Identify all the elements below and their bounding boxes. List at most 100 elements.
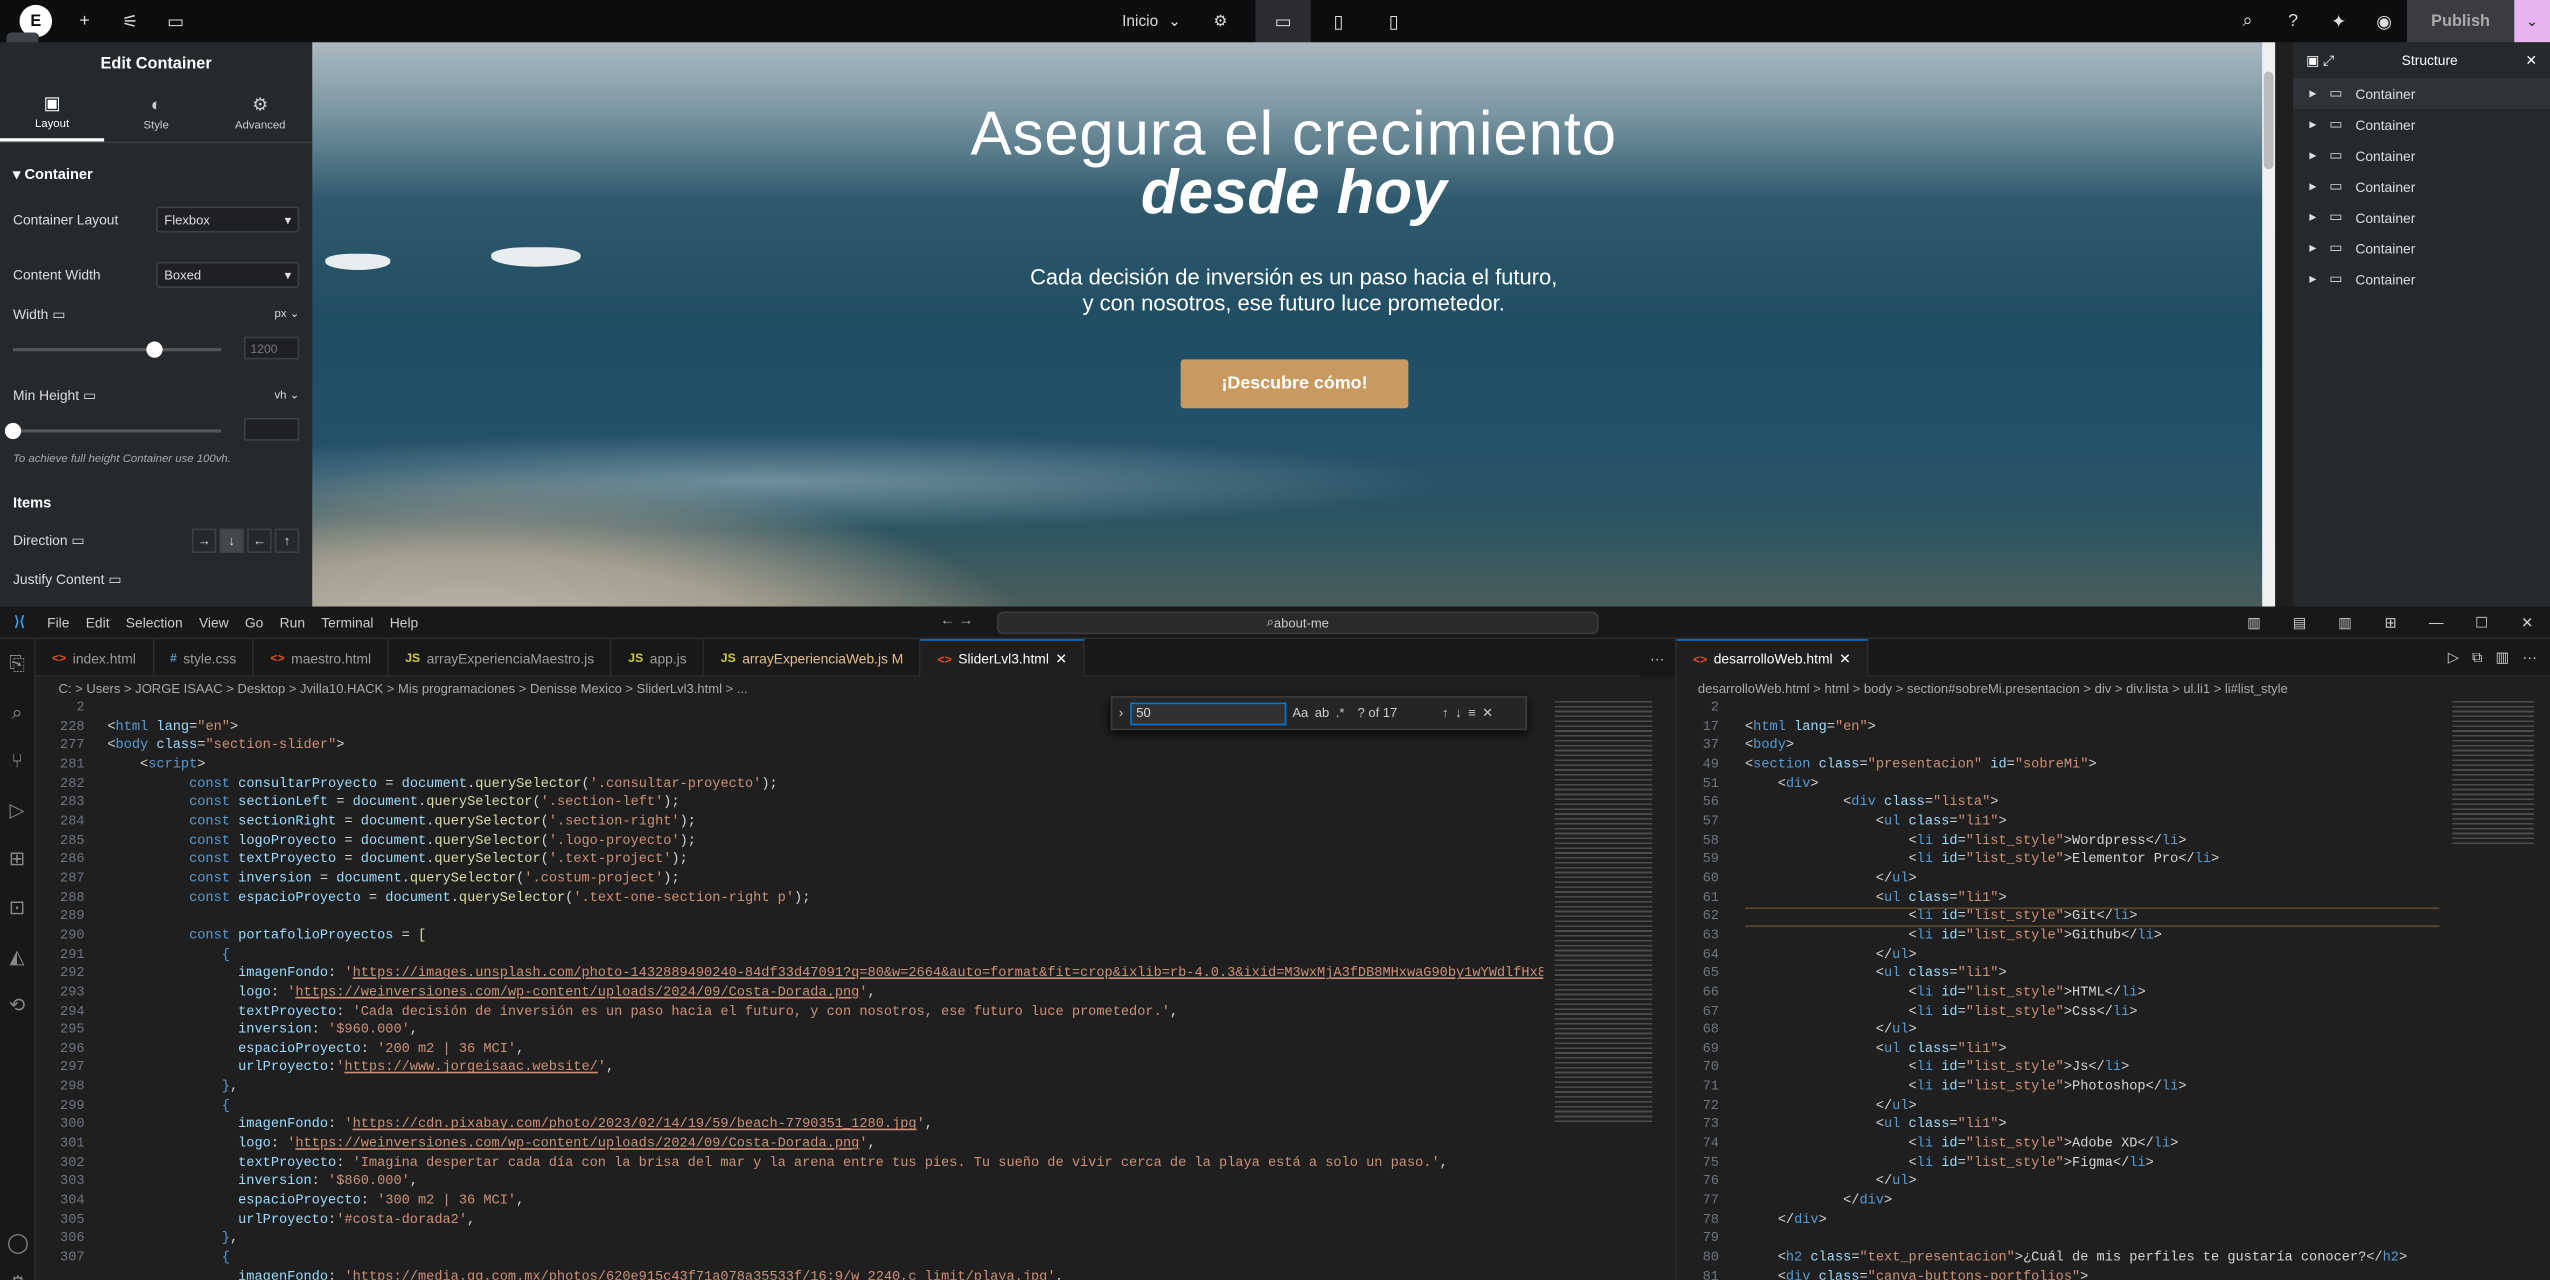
tab-app[interactable]: JS app.js	[612, 639, 705, 677]
publish-options-icon[interactable]: ⌄	[2514, 0, 2550, 43]
tab-index[interactable]: <> index.html	[36, 639, 154, 677]
slider-knob[interactable]	[4, 422, 22, 440]
container-layout-select[interactable]: Flexbox ▾	[156, 206, 300, 233]
notifications-icon[interactable]: ✦	[2316, 0, 2362, 42]
tab-SliderLvl3[interactable]: <> SliderLvl3.html ✕	[921, 639, 1085, 677]
menu-item-help[interactable]: Help	[382, 614, 427, 630]
structure-item[interactable]: ▸ ▭ Container	[2293, 78, 2550, 109]
minimap-left[interactable]	[1554, 700, 1653, 1124]
canvas-scrollbar[interactable]	[2262, 42, 2276, 607]
expand-arrow-icon[interactable]: ▸	[2309, 85, 2316, 103]
expand-arrow-icon[interactable]: ▸	[2309, 208, 2316, 226]
tab-layout[interactable]: ▣ Layout	[0, 85, 105, 142]
menu-item-selection[interactable]: Selection	[118, 614, 191, 630]
more-icon[interactable]: ···	[2522, 649, 2537, 665]
close-tab-icon[interactable]: ✕	[1055, 650, 1067, 668]
row-icon[interactable]: →	[191, 527, 217, 553]
live-share-icon[interactable]: ⟲	[0, 981, 34, 1030]
back-icon[interactable]: ←	[940, 611, 955, 627]
expand-arrow-icon[interactable]: ▸	[2309, 115, 2316, 133]
menu-item-file[interactable]: File	[39, 614, 78, 630]
page-settings-icon[interactable]: ⚙	[1213, 12, 1227, 30]
menu-item-terminal[interactable]: Terminal	[313, 614, 382, 630]
whole-word-icon[interactable]: ab	[1315, 706, 1329, 721]
tab-maestro[interactable]: <> maestro.html	[254, 639, 389, 677]
width-slider[interactable]: 1200	[13, 333, 300, 366]
add-element-icon[interactable]: +	[62, 0, 108, 42]
expand-icon[interactable]: ▣ ⤢	[2306, 51, 2334, 69]
min-height-input[interactable]	[243, 417, 300, 441]
account-icon[interactable]: ◯	[0, 1218, 36, 1267]
split-editor-icon[interactable]: ▥	[2496, 648, 2510, 666]
expand-arrow-icon[interactable]: ▸	[2309, 270, 2316, 288]
structure-item[interactable]: ▸ ▭ Container	[2293, 202, 2550, 233]
structure-item[interactable]: ▸ ▭ Container	[2293, 233, 2550, 264]
expand-arrow-icon[interactable]: ▸	[2309, 177, 2316, 195]
code-editor-right[interactable]: <html lang="en"> <body> <section class="…	[1745, 699, 2444, 1280]
explorer-icon[interactable]: ⎘	[0, 639, 34, 688]
code-editor-left[interactable]: <html lang="en"> <body class="section-sl…	[107, 699, 1543, 1280]
content-width-select[interactable]: Boxed ▾	[156, 261, 300, 288]
menu-item-run[interactable]: Run	[272, 614, 314, 630]
row-reverse-icon[interactable]: ←	[247, 527, 272, 553]
expand-arrow-icon[interactable]: ▸	[2309, 239, 2316, 257]
scroll-thumb[interactable]	[2263, 71, 2274, 170]
tab-style[interactable]: ◐ Style	[104, 85, 208, 142]
minimap-right[interactable]	[2452, 700, 2534, 848]
close-icon[interactable]: ✕	[1482, 706, 1493, 721]
unit-select[interactable]: vh ⌄	[274, 389, 299, 401]
close-icon[interactable]: ✕	[2525, 51, 2537, 69]
customize-layout-icon[interactable]: ⊞	[2368, 607, 2414, 640]
site-settings-icon[interactable]: ⚟	[107, 0, 153, 42]
maximize-icon[interactable]: ☐	[2459, 607, 2505, 640]
minimize-icon[interactable]: —	[2413, 607, 2459, 640]
panel-icon[interactable]: ▤	[2277, 607, 2323, 640]
search-icon[interactable]: ⌕	[2225, 0, 2271, 42]
copilot-icon[interactable]: ◭	[0, 932, 34, 981]
tablet-icon[interactable]: ▯	[1311, 0, 1366, 42]
match-case-icon[interactable]: Aa	[1292, 706, 1308, 721]
structure-item[interactable]: ▸ ▭ Container	[2293, 171, 2550, 202]
preview-icon[interactable]: ◉	[2361, 0, 2407, 42]
breadcrumb-right[interactable]: desarrolloWeb.html > html > body > secti…	[1698, 677, 2544, 700]
close-icon[interactable]: ✕	[2504, 607, 2550, 640]
column-reverse-icon[interactable]: ↑	[274, 527, 300, 553]
run-icon[interactable]: ▷	[2448, 648, 2459, 666]
publish-button[interactable]: Publish	[2406, 0, 2515, 43]
help-icon[interactable]: ?	[2270, 0, 2316, 42]
sidebar-icon[interactable]: ▥	[2322, 607, 2368, 640]
section-container[interactable]: ▾ Container	[0, 143, 312, 193]
close-tab-icon[interactable]: ✕	[1839, 650, 1851, 668]
cta-button[interactable]: ¡Descubre cómo!	[1180, 359, 1409, 409]
command-center[interactable]: ⌕ about-me	[996, 611, 1599, 635]
preview-canvas[interactable]: Asegura el crecimiento desde hoy Cada de…	[312, 42, 2276, 607]
structure-item[interactable]: ▸ ▭ Container	[2293, 263, 2550, 294]
layout-icon[interactable]: ▥	[2231, 607, 2277, 640]
compare-icon[interactable]: ⧉	[2472, 648, 2482, 666]
width-input[interactable]: 1200	[243, 336, 300, 360]
tab-arrayExperienciaMaestro[interactable]: JS arrayExperienciaMaestro.js	[389, 639, 613, 677]
search-icon[interactable]: ⌕	[0, 688, 34, 737]
find-in-selection-icon[interactable]: ≡	[1468, 706, 1476, 721]
previous-match-icon[interactable]: ↑	[1442, 706, 1449, 721]
forward-icon[interactable]: →	[959, 611, 974, 627]
next-match-icon[interactable]: ↓	[1455, 706, 1462, 721]
expand-arrow-icon[interactable]: ▸	[2309, 146, 2316, 164]
extensions-icon[interactable]: ⊞	[0, 834, 34, 883]
column-icon[interactable]: ↓	[219, 527, 244, 553]
find-input[interactable]: 50	[1129, 701, 1286, 725]
structure-item[interactable]: ▸ ▭ Container	[2293, 109, 2550, 140]
structure-item[interactable]: ▸ ▭ Container	[2293, 140, 2550, 171]
menu-item-go[interactable]: Go	[237, 614, 272, 630]
menu-item-edit[interactable]: Edit	[78, 614, 118, 630]
unit-select[interactable]: px ⌄	[274, 307, 299, 320]
run-debug-icon[interactable]: ▷	[0, 785, 34, 834]
tab-style[interactable]: # style.css	[154, 639, 255, 677]
regex-icon[interactable]: .*	[1336, 706, 1345, 721]
mobile-icon[interactable]: ▯	[1366, 0, 1421, 42]
tab-advanced[interactable]: ⚙ Advanced	[208, 85, 312, 142]
tab-desarrolloWeb[interactable]: <> desarrolloWeb.html ✕	[1676, 639, 1869, 677]
settings-gear-icon[interactable]: ⚙	[0, 1267, 36, 1280]
slider-knob[interactable]	[146, 341, 163, 358]
tab-arrayExperienciaWeb[interactable]: JS arrayExperienciaWeb.js M	[705, 639, 922, 677]
